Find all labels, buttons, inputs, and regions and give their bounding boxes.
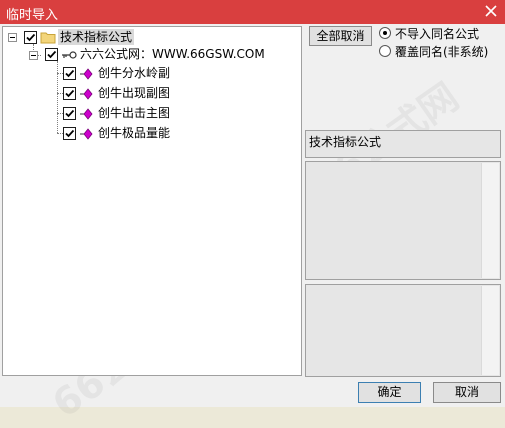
formula-item-icon	[79, 108, 93, 123]
tree-expander[interactable]	[29, 51, 38, 60]
preview-scrollbar[interactable]	[481, 286, 499, 375]
overwrite-radio[interactable]	[379, 45, 391, 57]
category-field: 技术指标公式	[305, 130, 501, 158]
ok-button[interactable]: 确定	[358, 382, 421, 403]
formula-item-icon	[79, 128, 93, 143]
item-checkbox[interactable]	[63, 107, 76, 120]
no-import-radio[interactable]	[379, 27, 391, 39]
cancel-button[interactable]: 取消	[433, 382, 501, 403]
tree-item-label[interactable]: 创牛出击主图	[98, 105, 170, 121]
title-bar: 临时导入	[0, 0, 505, 24]
item-checkbox[interactable]	[63, 87, 76, 100]
close-icon[interactable]	[483, 3, 499, 19]
preview-panel	[305, 284, 501, 377]
tree-item-label[interactable]: 创牛出现副图	[98, 85, 170, 101]
description-panel	[305, 161, 501, 280]
key-icon	[61, 49, 77, 64]
formula-tree[interactable]: 技术指标公式 六六公式网：WWW.66GSW.COM 创牛分水岭副 创牛出现副图…	[2, 26, 302, 376]
formula-item-icon	[79, 68, 93, 83]
no-import-radio-label[interactable]: 不导入同名公式	[395, 25, 479, 42]
deselect-all-button[interactable]: 全部取消	[309, 26, 372, 46]
tree-item-label[interactable]: 创牛极品量能	[98, 125, 170, 141]
source-checkbox[interactable]	[45, 48, 58, 61]
description-scrollbar[interactable]	[481, 163, 499, 278]
category-label: 技术指标公式	[309, 135, 382, 149]
tree-expander[interactable]	[8, 33, 17, 42]
item-checkbox[interactable]	[63, 67, 76, 80]
root-checkbox[interactable]	[24, 31, 37, 44]
overwrite-radio-label[interactable]: 覆盖同名(非系统)	[395, 43, 488, 60]
formula-item-icon	[79, 88, 93, 103]
window-title: 临时导入	[6, 8, 59, 23]
tree-root-label[interactable]: 技术指标公式	[58, 29, 135, 45]
tree-source-label[interactable]: 六六公式网：WWW.66GSW.COM	[80, 46, 265, 62]
folder-icon	[40, 31, 56, 47]
item-checkbox[interactable]	[63, 127, 76, 140]
tree-item-label[interactable]: 创牛分水岭副	[98, 65, 170, 81]
